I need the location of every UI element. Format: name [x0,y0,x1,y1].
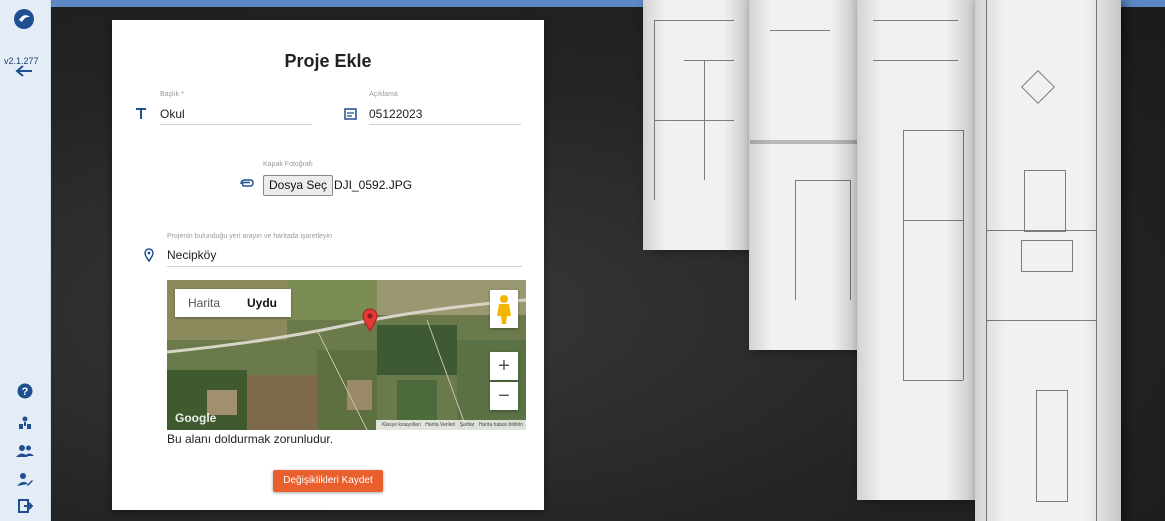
sidebar: v2.1.277 ? [0,0,51,521]
map-attribution: Klavye kısayolları Harita Verileri Şartl… [375,420,526,430]
title-input[interactable]: Okul [160,107,185,121]
svg-text:?: ? [22,386,29,398]
choose-file-button[interactable]: Dosya Seç [263,175,334,196]
zoom-out-button[interactable]: − [490,382,518,410]
back-arrow-icon[interactable] [14,64,34,78]
location-pin-icon [144,248,154,262]
project-form-card: Proje Ekle Başlık * Okul Açıklama 051220… [112,20,544,510]
help-icon[interactable]: ? [15,381,35,401]
description-icon [344,108,357,120]
keyboard-shortcuts-link[interactable]: Klavye kısayolları [382,422,421,428]
map-tab-uydu[interactable]: Uydu [233,289,291,317]
blueprint-roll-2 [749,0,858,350]
zoom-in-button[interactable]: + [490,352,518,380]
google-logo: Google [175,411,217,425]
org-chart-icon[interactable] [15,413,35,433]
report-map-error-link[interactable]: Harita hatası bildirin [479,422,523,428]
users-icon[interactable] [15,441,35,461]
map-marker-icon[interactable] [362,308,378,332]
location-search-input[interactable]: Necipköy [167,248,216,262]
blueprint-roll-3 [857,0,976,500]
blueprint-roll-1 [643,0,750,250]
street-view-pegman-icon[interactable] [490,290,518,328]
logo-icon[interactable] [13,8,35,30]
description-input-underline [369,124,521,125]
map-tab-harita[interactable]: Harita [175,289,233,317]
required-field-message: Bu alanı doldurmak zorunludur. [167,432,334,446]
save-changes-button[interactable]: Değişiklikleri Kaydet [273,470,383,492]
blueprint-roll-4 [975,0,1121,521]
title-field-label: Başlık * [160,91,184,98]
cover-photo-label: Kapak Fotoğrafı [263,161,313,168]
selected-file-name: DJI_0592.JPG [334,178,413,192]
logout-icon[interactable] [15,496,35,516]
description-input[interactable]: 05122023 [369,107,422,121]
map-view[interactable]: Harita Uydu + − Google Klavye kısayollar… [167,280,526,430]
description-field-label: Açıklama [369,91,398,98]
location-input-underline [167,266,522,267]
user-edit-icon[interactable] [15,469,35,489]
text-format-icon [136,108,146,119]
title-input-underline [160,124,312,125]
page-title: Proje Ekle [284,51,372,71]
map-data-link[interactable]: Harita Verileri [425,422,455,428]
terms-link[interactable]: Şartlar [460,422,475,428]
location-field-label: Projenin bulunduğu yeri arayın ve harita… [167,233,332,240]
map-type-tabs: Harita Uydu [175,289,291,317]
attachment-icon [240,179,254,187]
